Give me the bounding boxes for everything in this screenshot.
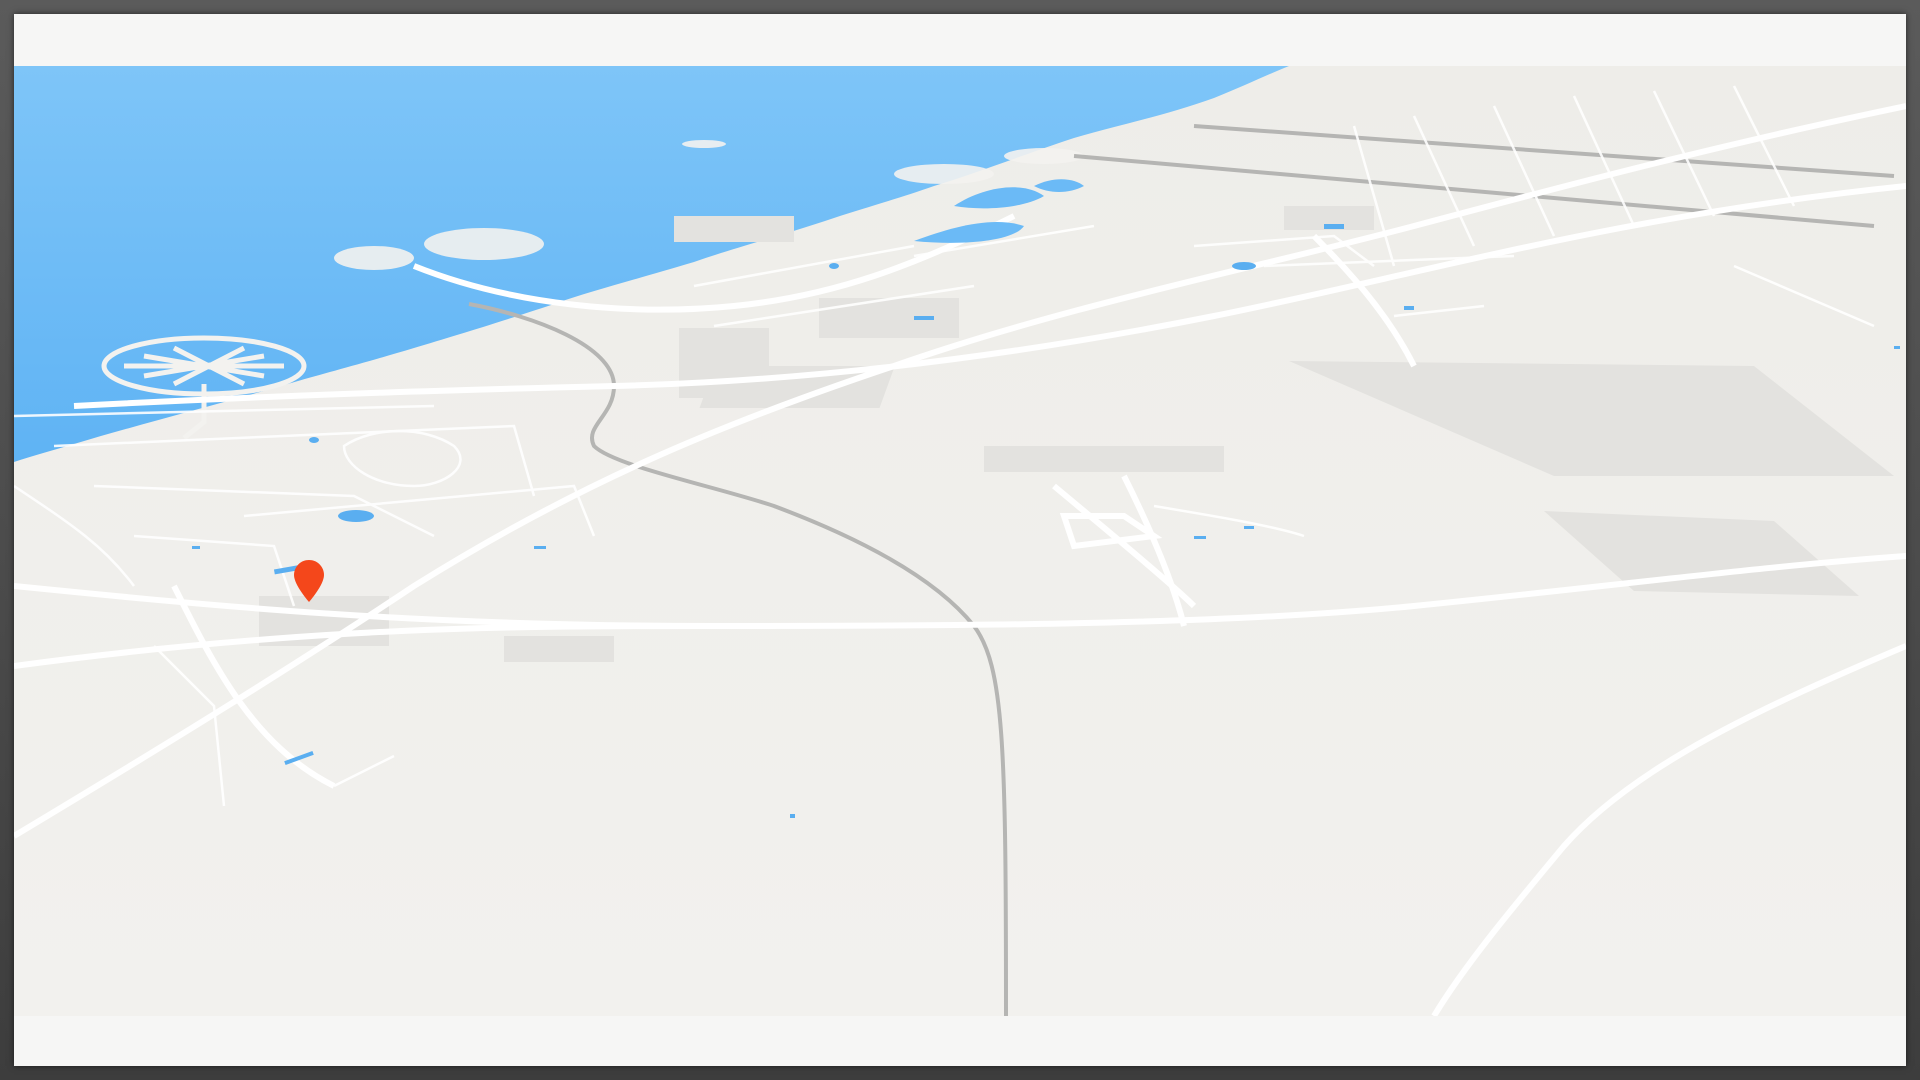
- map-canvas[interactable]: [14, 66, 1906, 1016]
- location-pin-shape: [294, 560, 324, 602]
- location-pin-svg: [294, 560, 324, 602]
- bottom-bar: [14, 1016, 1906, 1066]
- map-viewport: [14, 14, 1906, 1066]
- top-bar: [14, 14, 1906, 66]
- map-svg: [14, 66, 1906, 1016]
- location-pin-icon[interactable]: [294, 560, 324, 602]
- image-frame: [0, 0, 1920, 1080]
